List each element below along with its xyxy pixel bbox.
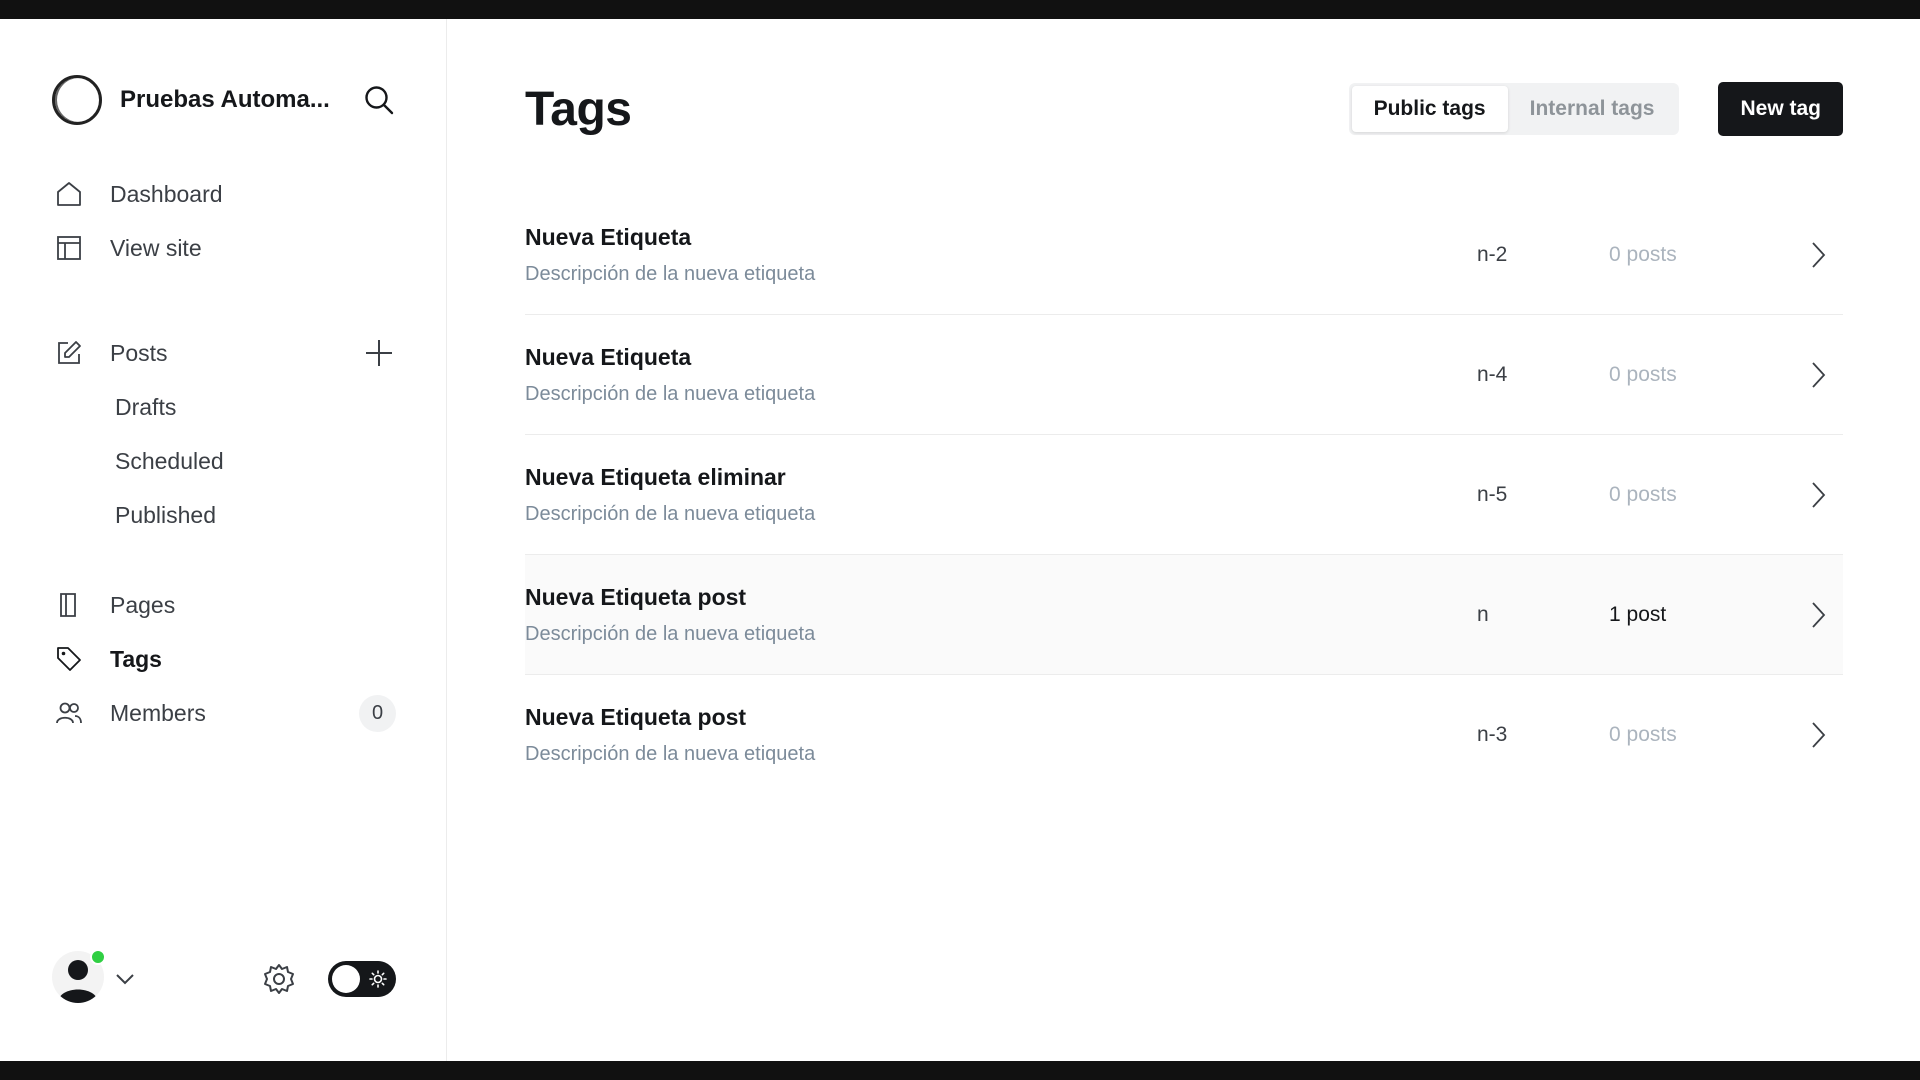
- gear-icon[interactable]: [260, 960, 298, 998]
- sidebar-item-label: Members: [110, 699, 206, 726]
- chevron-right-icon[interactable]: [1793, 360, 1843, 390]
- main-nav: Dashboard View site Posts Drafts Schedul…: [52, 167, 396, 740]
- add-post-icon[interactable]: [362, 336, 396, 370]
- table-row[interactable]: Nueva Etiqueta Descripción de la nueva e…: [525, 315, 1843, 435]
- sidebar-item-members[interactable]: Members 0: [52, 686, 396, 740]
- tag-description: Descripción de la nueva etiqueta: [525, 502, 816, 525]
- page-title: Tags: [525, 82, 632, 136]
- tag-post-count[interactable]: 0 posts: [1609, 483, 1793, 507]
- sidebar-item-label: Tags: [110, 645, 162, 672]
- chevron-right-icon[interactable]: [1793, 240, 1843, 270]
- home-icon: [52, 177, 86, 211]
- user-menu[interactable]: [52, 949, 108, 1007]
- sidebar-item-published[interactable]: Published: [52, 488, 396, 542]
- tag-slug: n-5: [1477, 482, 1508, 506]
- sidebar-item-label: Posts: [110, 339, 168, 366]
- tag-name: Nueva Etiqueta: [525, 343, 692, 370]
- chevron-right-icon[interactable]: [1793, 600, 1843, 630]
- tag-slug: n-4: [1477, 362, 1508, 386]
- site-logo[interactable]: [52, 75, 102, 125]
- sun-icon: [369, 970, 387, 988]
- tag-name: Nueva Etiqueta eliminar: [525, 463, 786, 490]
- chevron-down-icon[interactable]: [114, 967, 138, 991]
- table-row[interactable]: Nueva Etiqueta post Descripción de la nu…: [525, 675, 1843, 795]
- tag-icon: [52, 642, 86, 676]
- members-count-badge: 0: [359, 694, 396, 732]
- search-icon[interactable]: [362, 83, 396, 117]
- sidebar-item-drafts[interactable]: Drafts: [52, 380, 396, 434]
- tag-info: Nueva Etiqueta eliminar Descripción de l…: [525, 464, 1477, 526]
- tag-slug: n-2: [1477, 242, 1508, 266]
- tag-type-switch: Public tags Internal tags: [1348, 83, 1680, 135]
- sidebar-item-scheduled[interactable]: Scheduled: [52, 434, 396, 488]
- site-title[interactable]: Pruebas Automa...: [120, 86, 342, 114]
- tag-post-count[interactable]: 0 posts: [1609, 363, 1793, 387]
- sidebar-footer: [52, 949, 396, 1007]
- sidebar-item-label: Dashboard: [110, 180, 223, 207]
- sidebar-item-tags[interactable]: Tags: [52, 632, 396, 686]
- table-row[interactable]: Nueva Etiqueta post Descripción de la nu…: [525, 555, 1843, 675]
- table-row[interactable]: Nueva Etiqueta eliminar Descripción de l…: [525, 435, 1843, 555]
- page-header: Tags Public tags Internal tags New tag: [525, 71, 1843, 147]
- tag-description: Descripción de la nueva etiqueta: [525, 622, 816, 645]
- pages-icon: [52, 588, 86, 622]
- online-status-dot: [90, 949, 106, 965]
- tag-info: Nueva Etiqueta Descripción de la nueva e…: [525, 224, 1477, 286]
- edit-icon: [52, 336, 86, 370]
- sidebar-item-view-site[interactable]: View site: [52, 221, 396, 275]
- main-content: Tags Public tags Internal tags New tag N…: [447, 19, 1920, 1061]
- sidebar-item-label: View site: [110, 234, 202, 261]
- tag-name: Nueva Etiqueta: [525, 223, 692, 250]
- tag-post-count[interactable]: 0 posts: [1609, 723, 1793, 747]
- tag-name: Nueva Etiqueta post: [525, 583, 747, 610]
- new-tag-button[interactable]: New tag: [1718, 82, 1843, 136]
- theme-toggle[interactable]: [328, 961, 396, 997]
- chevron-right-icon[interactable]: [1793, 480, 1843, 510]
- members-icon: [52, 696, 86, 730]
- tag-info: Nueva Etiqueta Descripción de la nueva e…: [525, 344, 1477, 406]
- app-window: Pruebas Automa... Dashboard View site Po…: [0, 19, 1920, 1061]
- tag-slug: n: [1477, 602, 1489, 626]
- tag-description: Descripción de la nueva etiqueta: [525, 382, 816, 405]
- sidebar: Pruebas Automa... Dashboard View site Po…: [0, 19, 447, 1061]
- tag-slug: n-3: [1477, 723, 1508, 746]
- tag-description: Descripción de la nueva etiqueta: [525, 743, 816, 765]
- toggle-knob: [332, 965, 360, 993]
- brand: Pruebas Automa...: [52, 71, 396, 129]
- layout-icon: [52, 231, 86, 265]
- tag-post-count[interactable]: 1 post: [1609, 603, 1793, 627]
- sidebar-item-dashboard[interactable]: Dashboard: [52, 167, 396, 221]
- tab-internal-tags[interactable]: Internal tags: [1508, 86, 1677, 132]
- tags-list: Nueva Etiqueta Descripción de la nueva e…: [525, 195, 1843, 795]
- tag-post-count[interactable]: 0 posts: [1609, 243, 1793, 267]
- chevron-right-icon[interactable]: [1793, 720, 1843, 750]
- tag-info: Nueva Etiqueta post Descripción de la nu…: [525, 584, 1477, 646]
- tab-public-tags[interactable]: Public tags: [1351, 86, 1508, 132]
- tag-info: Nueva Etiqueta post Descripción de la nu…: [525, 704, 1477, 766]
- sidebar-item-label: Pages: [110, 591, 176, 618]
- tag-description: Descripción de la nueva etiqueta: [525, 262, 816, 285]
- table-row[interactable]: Nueva Etiqueta Descripción de la nueva e…: [525, 195, 1843, 315]
- tag-name: Nueva Etiqueta post: [525, 704, 747, 730]
- sidebar-item-pages[interactable]: Pages: [52, 578, 396, 632]
- sidebar-item-posts[interactable]: Posts: [52, 326, 396, 380]
